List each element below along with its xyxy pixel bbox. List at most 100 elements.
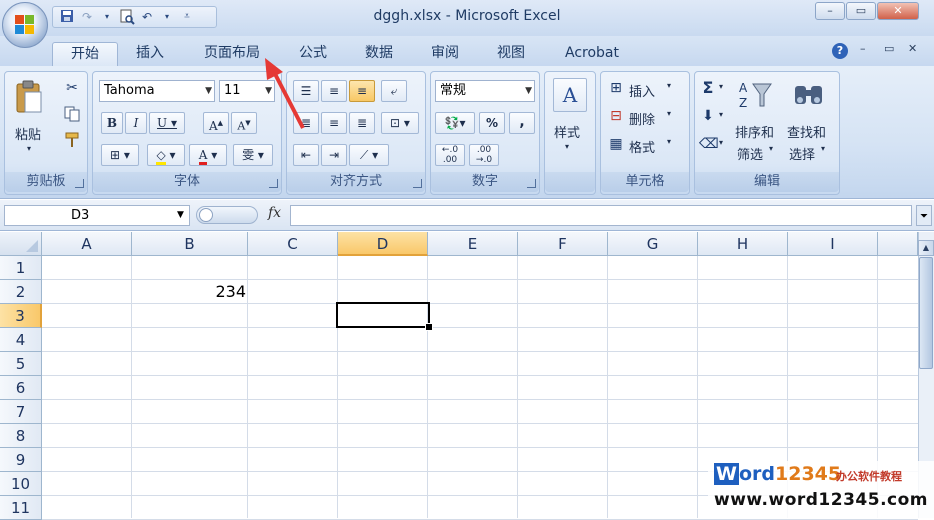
restore-button[interactable]: ▭	[846, 2, 876, 20]
copy-icon[interactable]	[63, 106, 81, 126]
chevron-down-icon[interactable]: ▼	[177, 206, 184, 225]
chevron-down-icon[interactable]: ▾	[821, 144, 825, 153]
font-color-button[interactable]: A ▾	[189, 144, 227, 166]
chevron-down-icon[interactable]: ▾	[667, 109, 671, 118]
tab-review[interactable]: 审阅	[422, 42, 468, 66]
row-header-10[interactable]: 10	[0, 472, 42, 496]
paste-label[interactable]: 粘贴	[15, 124, 41, 143]
bold-button[interactable]: B	[101, 112, 123, 134]
sort-filter-label-2[interactable]: 筛选	[737, 144, 763, 163]
merge-center-button[interactable]: ⊡ ▾	[381, 112, 419, 134]
alignment-launcher-icon[interactable]	[413, 179, 422, 188]
number-format-combo[interactable]: 常规 ▼	[435, 80, 535, 102]
align-right-button[interactable]: ≣	[349, 112, 375, 134]
insert-cells-button[interactable]: 插入	[629, 81, 655, 100]
chevron-down-icon[interactable]: ▾	[769, 144, 773, 153]
row-header-1[interactable]: 1	[0, 256, 42, 280]
phonetic-button[interactable]: 雯 ▾	[233, 144, 273, 166]
sort-filter-label-1[interactable]: 排序和	[735, 122, 774, 141]
find-select-label-1[interactable]: 查找和	[787, 122, 826, 141]
chevron-down-icon[interactable]: ▾	[667, 81, 671, 90]
align-middle-button[interactable]: ≡	[321, 80, 347, 102]
active-cell-d3[interactable]	[336, 302, 430, 328]
scroll-up-icon[interactable]: ▲	[918, 240, 934, 256]
clipboard-launcher-icon[interactable]	[75, 179, 84, 188]
select-all-button[interactable]	[0, 232, 42, 256]
align-bottom-button[interactable]: ≡	[349, 80, 375, 102]
ribbon-restore-icon[interactable]: ▭	[884, 42, 894, 55]
format-cells-icon[interactable]: ▦	[607, 136, 625, 152]
formula-bar-expand-icon[interactable]: ⏷	[916, 205, 932, 226]
ribbon-minimize-icon[interactable]: –	[860, 42, 866, 55]
column-header-f[interactable]: F	[518, 232, 608, 256]
row-header-6[interactable]: 6	[0, 376, 42, 400]
help-icon[interactable]: ?	[832, 43, 848, 59]
column-header-c[interactable]: C	[248, 232, 338, 256]
tab-insert[interactable]: 插入	[126, 42, 174, 66]
scroll-thumb[interactable]	[919, 257, 933, 369]
paste-dropdown-icon[interactable]: ▾	[27, 144, 31, 153]
number-launcher-icon[interactable]	[527, 179, 536, 188]
format-cells-button[interactable]: 格式	[629, 137, 655, 156]
accounting-format-button[interactable]: 💱▾	[435, 112, 475, 134]
row-header-5[interactable]: 5	[0, 352, 42, 376]
font-launcher-icon[interactable]	[269, 179, 278, 188]
chevron-down-icon[interactable]: ▾	[719, 82, 723, 91]
shrink-font-button[interactable]: A▼	[231, 112, 257, 134]
ribbon-close-icon[interactable]: ✕	[908, 42, 917, 55]
row-header-2[interactable]: 2	[0, 280, 42, 304]
italic-button[interactable]: I	[125, 112, 147, 134]
column-header-i[interactable]: I	[788, 232, 878, 256]
tab-data[interactable]: 数据	[356, 42, 402, 66]
column-header-a[interactable]: A	[42, 232, 132, 256]
find-select-label-2[interactable]: 选择	[789, 144, 815, 163]
grow-font-button[interactable]: A▲	[203, 112, 229, 134]
autosum-icon[interactable]: Σ	[699, 78, 717, 97]
wrap-text-button[interactable]: ⤶	[381, 80, 407, 102]
fill-color-button[interactable]: ◇ ▾	[147, 144, 185, 166]
row-header-4[interactable]: 4	[0, 328, 42, 352]
row-header-3[interactable]: 3	[0, 304, 42, 328]
paste-icon[interactable]	[13, 78, 45, 114]
column-header-h[interactable]: H	[698, 232, 788, 256]
row-header-11[interactable]: 11	[0, 496, 42, 520]
minimize-button[interactable]: –	[815, 2, 845, 20]
office-button[interactable]	[2, 2, 48, 48]
styles-icon[interactable]: A	[553, 78, 587, 112]
borders-button[interactable]: ⊞ ▾	[101, 144, 139, 166]
underline-button[interactable]: U ▾	[149, 112, 185, 134]
insert-cells-icon[interactable]: ⊞	[607, 80, 625, 96]
comma-button[interactable]: ,	[509, 112, 535, 134]
find-select-icon[interactable]	[791, 78, 827, 112]
orientation-button[interactable]: ⟋ ▾	[349, 144, 389, 166]
row-header-9[interactable]: 9	[0, 448, 42, 472]
tab-home[interactable]: 开始	[52, 42, 118, 67]
clear-icon[interactable]: ⌫	[699, 136, 719, 152]
chevron-down-icon[interactable]: ▾	[667, 137, 671, 146]
row-header-8[interactable]: 8	[0, 424, 42, 448]
column-header-b[interactable]: B	[132, 232, 248, 256]
column-header-e[interactable]: E	[428, 232, 518, 256]
increase-indent-button[interactable]: ⇥	[321, 144, 347, 166]
styles-dropdown-icon[interactable]: ▾	[565, 142, 569, 151]
formula-input[interactable]	[290, 205, 912, 226]
percent-button[interactable]: %	[479, 112, 505, 134]
name-box[interactable]: D3 ▼	[4, 205, 190, 226]
cell-b2[interactable]: 234	[132, 280, 246, 304]
font-name-combo[interactable]: Tahoma ▼	[99, 80, 215, 102]
expand-handle-icon[interactable]	[199, 208, 213, 222]
cut-icon[interactable]: ✂	[63, 80, 81, 96]
increase-decimal-button[interactable]: ←.0.00	[435, 144, 465, 166]
row-header-7[interactable]: 7	[0, 400, 42, 424]
insert-function-button[interactable]: fx	[268, 205, 281, 221]
delete-cells-icon[interactable]: ⊟	[607, 108, 625, 124]
align-center-button[interactable]: ≡	[321, 112, 347, 134]
decrease-decimal-button[interactable]: .00 →.0	[469, 144, 499, 166]
sort-filter-icon[interactable]: AZ	[737, 78, 773, 112]
column-header-d[interactable]: D	[338, 232, 428, 256]
column-header-g[interactable]: G	[608, 232, 698, 256]
close-button[interactable]: ✕	[877, 2, 919, 20]
delete-cells-button[interactable]: 删除	[629, 109, 655, 128]
format-painter-icon[interactable]	[63, 132, 81, 152]
decrease-indent-button[interactable]: ⇤	[293, 144, 319, 166]
